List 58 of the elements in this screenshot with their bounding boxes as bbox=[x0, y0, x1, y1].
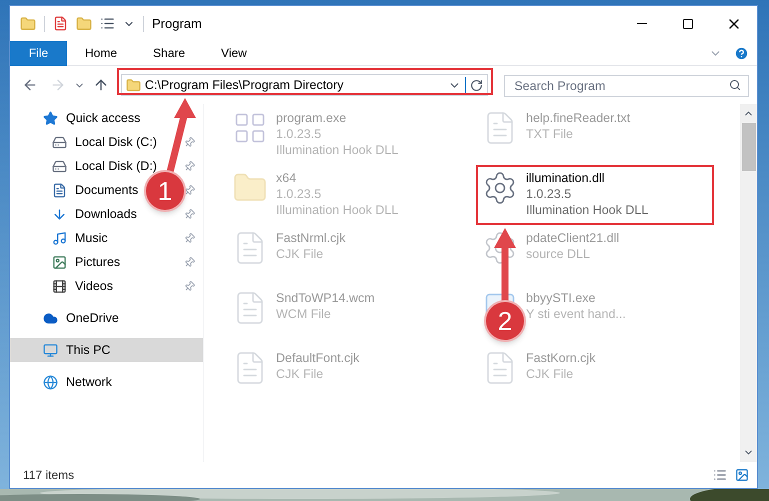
file-detail: Illumination Hook DLL bbox=[276, 202, 398, 218]
file-detail: CJK File bbox=[276, 366, 324, 382]
file-detail: 1.0.23.5 bbox=[276, 126, 322, 142]
address-path: C:\Program Files\Program Directory bbox=[144, 76, 344, 94]
file-detail: 1.0.23.5 bbox=[276, 186, 322, 202]
file-detail: Illumination Hook DLL bbox=[526, 202, 648, 218]
help-icon[interactable] bbox=[734, 46, 749, 60]
scroll-thumb[interactable] bbox=[742, 123, 756, 171]
file-detail: CJK File bbox=[276, 246, 324, 262]
star-icon bbox=[43, 110, 58, 126]
file-detail: 1.0.23.5 bbox=[526, 186, 572, 202]
nav-item[interactable]: OneDrive bbox=[43, 306, 119, 330]
file-detail: source DLL bbox=[526, 246, 591, 262]
file-detail: WCM File bbox=[276, 306, 332, 322]
search-icon bbox=[728, 79, 741, 91]
nav-item[interactable]: Local Disk (C:) bbox=[52, 130, 157, 154]
file-detail: CJK File bbox=[526, 366, 574, 382]
nav-item[interactable]: Videos bbox=[52, 274, 113, 298]
nav-item[interactable]: Downloads bbox=[52, 202, 137, 226]
back-icon[interactable] bbox=[22, 77, 38, 93]
nav-item[interactable]: This PC bbox=[10, 338, 203, 362]
globe-icon bbox=[43, 374, 58, 390]
file-detail: Y sti event hand... bbox=[526, 306, 626, 322]
window-title: Program bbox=[152, 14, 203, 33]
cloud-icon bbox=[43, 310, 58, 326]
nav-item[interactable]: Documents bbox=[52, 178, 138, 202]
nav-item[interactable]: Network bbox=[43, 370, 112, 394]
nav-item[interactable]: Pictures bbox=[52, 250, 120, 274]
details-view-icon[interactable] bbox=[713, 468, 727, 482]
ribbon-tab[interactable]: View bbox=[203, 40, 265, 66]
address-bar[interactable]: C:\Program Files\Program Directory bbox=[120, 74, 488, 96]
list-icon[interactable] bbox=[100, 16, 115, 31]
film-icon bbox=[52, 278, 67, 294]
file-detail: TXT File bbox=[526, 126, 574, 142]
music-note-icon bbox=[52, 230, 67, 246]
maximize-icon bbox=[682, 18, 694, 30]
down-arrow-icon bbox=[52, 206, 67, 222]
drive-icon bbox=[52, 158, 67, 174]
ribbon-tab[interactable]: Share bbox=[135, 40, 204, 66]
up-icon[interactable] bbox=[92, 77, 109, 93]
drive-icon bbox=[52, 134, 67, 150]
item-count: 117 items bbox=[23, 467, 76, 484]
refresh-icon[interactable] bbox=[470, 78, 484, 92]
nav-item[interactable]: Quick access bbox=[43, 106, 140, 130]
file-name[interactable]: illumination.dll bbox=[526, 170, 648, 186]
scrollbar[interactable] bbox=[740, 104, 757, 462]
monitor-icon bbox=[43, 342, 58, 358]
folder-icon bbox=[126, 78, 141, 92]
ribbon-tab[interactable]: Home bbox=[67, 40, 136, 66]
image-icon bbox=[52, 254, 67, 270]
minimize-icon bbox=[637, 23, 647, 24]
large-icons-view-icon[interactable] bbox=[735, 468, 749, 482]
nav-item[interactable]: Music bbox=[52, 226, 108, 250]
search-field[interactable]: Search Program bbox=[504, 75, 749, 97]
ribbon-tab[interactable]: File bbox=[10, 40, 67, 66]
file-detail: Illumination Hook DLL bbox=[276, 142, 398, 158]
properties-icon[interactable] bbox=[53, 16, 68, 31]
document-icon bbox=[52, 182, 67, 198]
